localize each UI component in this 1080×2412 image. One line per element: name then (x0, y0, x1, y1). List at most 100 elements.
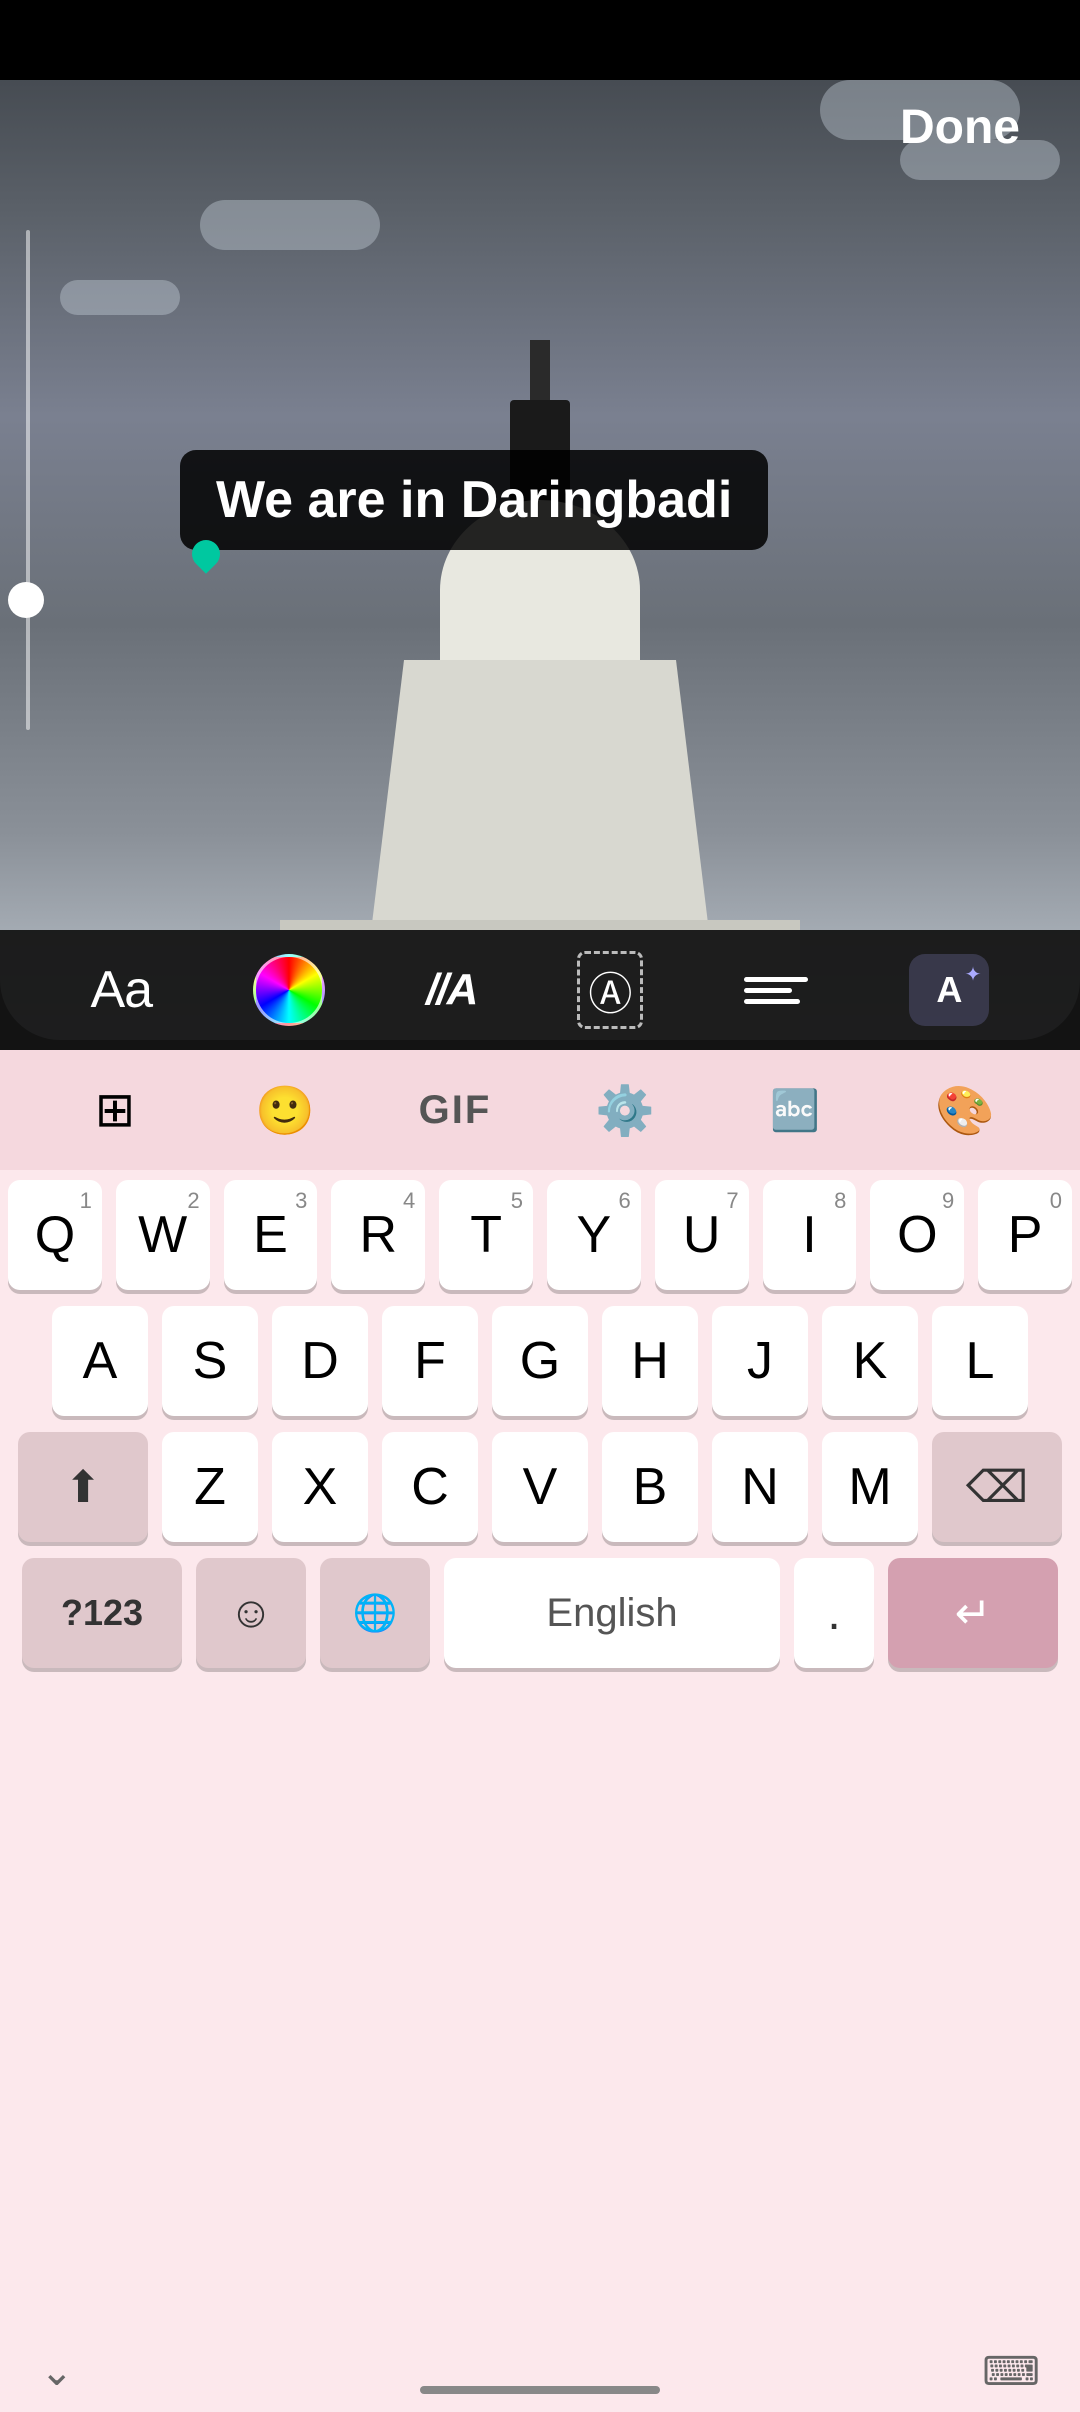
key-a-label: A (83, 1335, 118, 1387)
sticker-button[interactable]: 🙂 (245, 1070, 325, 1150)
key-row-1: 1 Q 2 W 3 E 4 R 5 T 6 Y (8, 1180, 1072, 1290)
key-d-label: D (301, 1335, 339, 1387)
key-row-3: ⬆ Z X C V B N M ⌫ (8, 1432, 1072, 1542)
key-v[interactable]: V (492, 1432, 588, 1542)
key-o-label: O (897, 1209, 937, 1261)
settings-icon: ⚙️ (595, 1082, 655, 1139)
key-j[interactable]: J (712, 1306, 808, 1416)
spacebar[interactable]: English (444, 1558, 780, 1668)
period-label: . (827, 1586, 840, 1641)
apps-icon-button[interactable]: ⊞ (75, 1070, 155, 1150)
key-w[interactable]: 2 W (116, 1180, 210, 1290)
chevron-down-icon[interactable]: ⌄ (40, 2349, 74, 2395)
key-z[interactable]: Z (162, 1432, 258, 1542)
ai-icon-label: A (936, 969, 962, 1011)
key-s[interactable]: S (162, 1306, 258, 1416)
key-x[interactable]: X (272, 1432, 368, 1542)
key-row-2: A S D F G H J K L (8, 1306, 1072, 1416)
slider-handle[interactable] (8, 582, 44, 618)
translate-icon: 🔤 (770, 1087, 820, 1134)
key-q[interactable]: 1 Q (8, 1180, 102, 1290)
bottom-row: ?123 ☺ 🌐 English . ↵ (8, 1558, 1072, 1668)
key-c[interactable]: C (382, 1432, 478, 1542)
done-button[interactable]: Done (900, 100, 1020, 155)
stupa-body (370, 660, 710, 940)
text-overlay[interactable]: We are in Daringbadi (180, 450, 768, 550)
numbers-label: ?123 (61, 1592, 143, 1634)
key-u-num: 7 (726, 1188, 738, 1214)
shift-key[interactable]: ⬆ (18, 1432, 148, 1542)
settings-button[interactable]: ⚙️ (585, 1070, 665, 1150)
key-t[interactable]: 5 T (439, 1180, 533, 1290)
key-p-num: 0 (1050, 1188, 1062, 1214)
text-bg-icon: Ⓐ (577, 951, 643, 1029)
font-aa-label: Aa (91, 960, 153, 1020)
color-wheel-icon (253, 954, 325, 1026)
key-z-label: Z (194, 1461, 226, 1513)
key-h[interactable]: H (602, 1306, 698, 1416)
key-h-label: H (631, 1335, 669, 1387)
return-key[interactable]: ↵ (888, 1558, 1058, 1668)
ai-text-button[interactable]: A (909, 954, 989, 1026)
key-g[interactable]: G (492, 1306, 588, 1416)
key-l-label: L (966, 1335, 995, 1387)
font-size-button[interactable]: Aa (91, 960, 153, 1020)
key-m[interactable]: M (822, 1432, 918, 1542)
key-k[interactable]: K (822, 1306, 918, 1416)
key-p-label: P (1008, 1209, 1043, 1261)
text-align-button[interactable] (744, 977, 808, 1004)
space-label: English (546, 1591, 677, 1636)
key-r-num: 4 (403, 1188, 415, 1214)
palette-icon: 🎨 (935, 1082, 995, 1139)
keyboard: ⊞ 🙂 GIF ⚙️ 🔤 🎨 1 Q 2 W (0, 1050, 1080, 2412)
key-o[interactable]: 9 O (870, 1180, 964, 1290)
key-i-label: I (802, 1209, 816, 1261)
key-a[interactable]: A (52, 1306, 148, 1416)
bottom-gesture-bar: ⌄ ⌨ (0, 2332, 1080, 2412)
key-c-label: C (411, 1461, 449, 1513)
numbers-key[interactable]: ?123 (22, 1558, 182, 1668)
key-i[interactable]: 8 I (763, 1180, 857, 1290)
key-e-num: 3 (295, 1188, 307, 1214)
translate-button[interactable]: 🔤 (755, 1070, 835, 1150)
key-p[interactable]: 0 P (978, 1180, 1072, 1290)
keyboard-keys: 1 Q 2 W 3 E 4 R 5 T 6 Y (0, 1170, 1080, 1668)
gif-button[interactable]: GIF (415, 1070, 495, 1150)
backspace-key[interactable]: ⌫ (932, 1432, 1062, 1542)
key-k-label: K (853, 1335, 888, 1387)
key-x-label: X (303, 1461, 338, 1513)
cloud-4 (60, 280, 180, 315)
key-f[interactable]: F (382, 1306, 478, 1416)
palette-button[interactable]: 🎨 (925, 1070, 1005, 1150)
backspace-icon: ⌫ (966, 1462, 1028, 1513)
key-b[interactable]: B (602, 1432, 698, 1542)
key-u[interactable]: 7 U (655, 1180, 749, 1290)
key-d[interactable]: D (272, 1306, 368, 1416)
color-wheel-button[interactable] (253, 954, 325, 1026)
key-o-num: 9 (942, 1188, 954, 1214)
font-style-icon: //A (426, 965, 476, 1015)
text-background-button[interactable]: Ⓐ (577, 951, 643, 1029)
color-picker-indicator (188, 540, 224, 576)
key-y-num: 6 (619, 1188, 631, 1214)
font-style-button[interactable]: //A (426, 965, 476, 1015)
vertical-slider-line (26, 230, 30, 730)
key-r[interactable]: 4 R (331, 1180, 425, 1290)
key-l[interactable]: L (932, 1306, 1028, 1416)
return-icon: ↵ (955, 1588, 992, 1639)
emoji-icon: ☺ (229, 1588, 274, 1638)
key-m-label: M (848, 1461, 891, 1513)
key-q-label: Q (35, 1209, 75, 1261)
home-indicator (420, 2386, 660, 2394)
key-f-label: F (414, 1335, 446, 1387)
language-icon: 🌐 (353, 1592, 398, 1634)
emoji-key[interactable]: ☺ (196, 1558, 306, 1668)
gif-label: GIF (419, 1088, 492, 1133)
key-r-label: R (360, 1209, 398, 1261)
keyboard-dismiss-icon[interactable]: ⌨ (982, 2349, 1040, 2395)
key-n[interactable]: N (712, 1432, 808, 1542)
key-e[interactable]: 3 E (224, 1180, 318, 1290)
period-key[interactable]: . (794, 1558, 874, 1668)
key-y[interactable]: 6 Y (547, 1180, 641, 1290)
language-key[interactable]: 🌐 (320, 1558, 430, 1668)
